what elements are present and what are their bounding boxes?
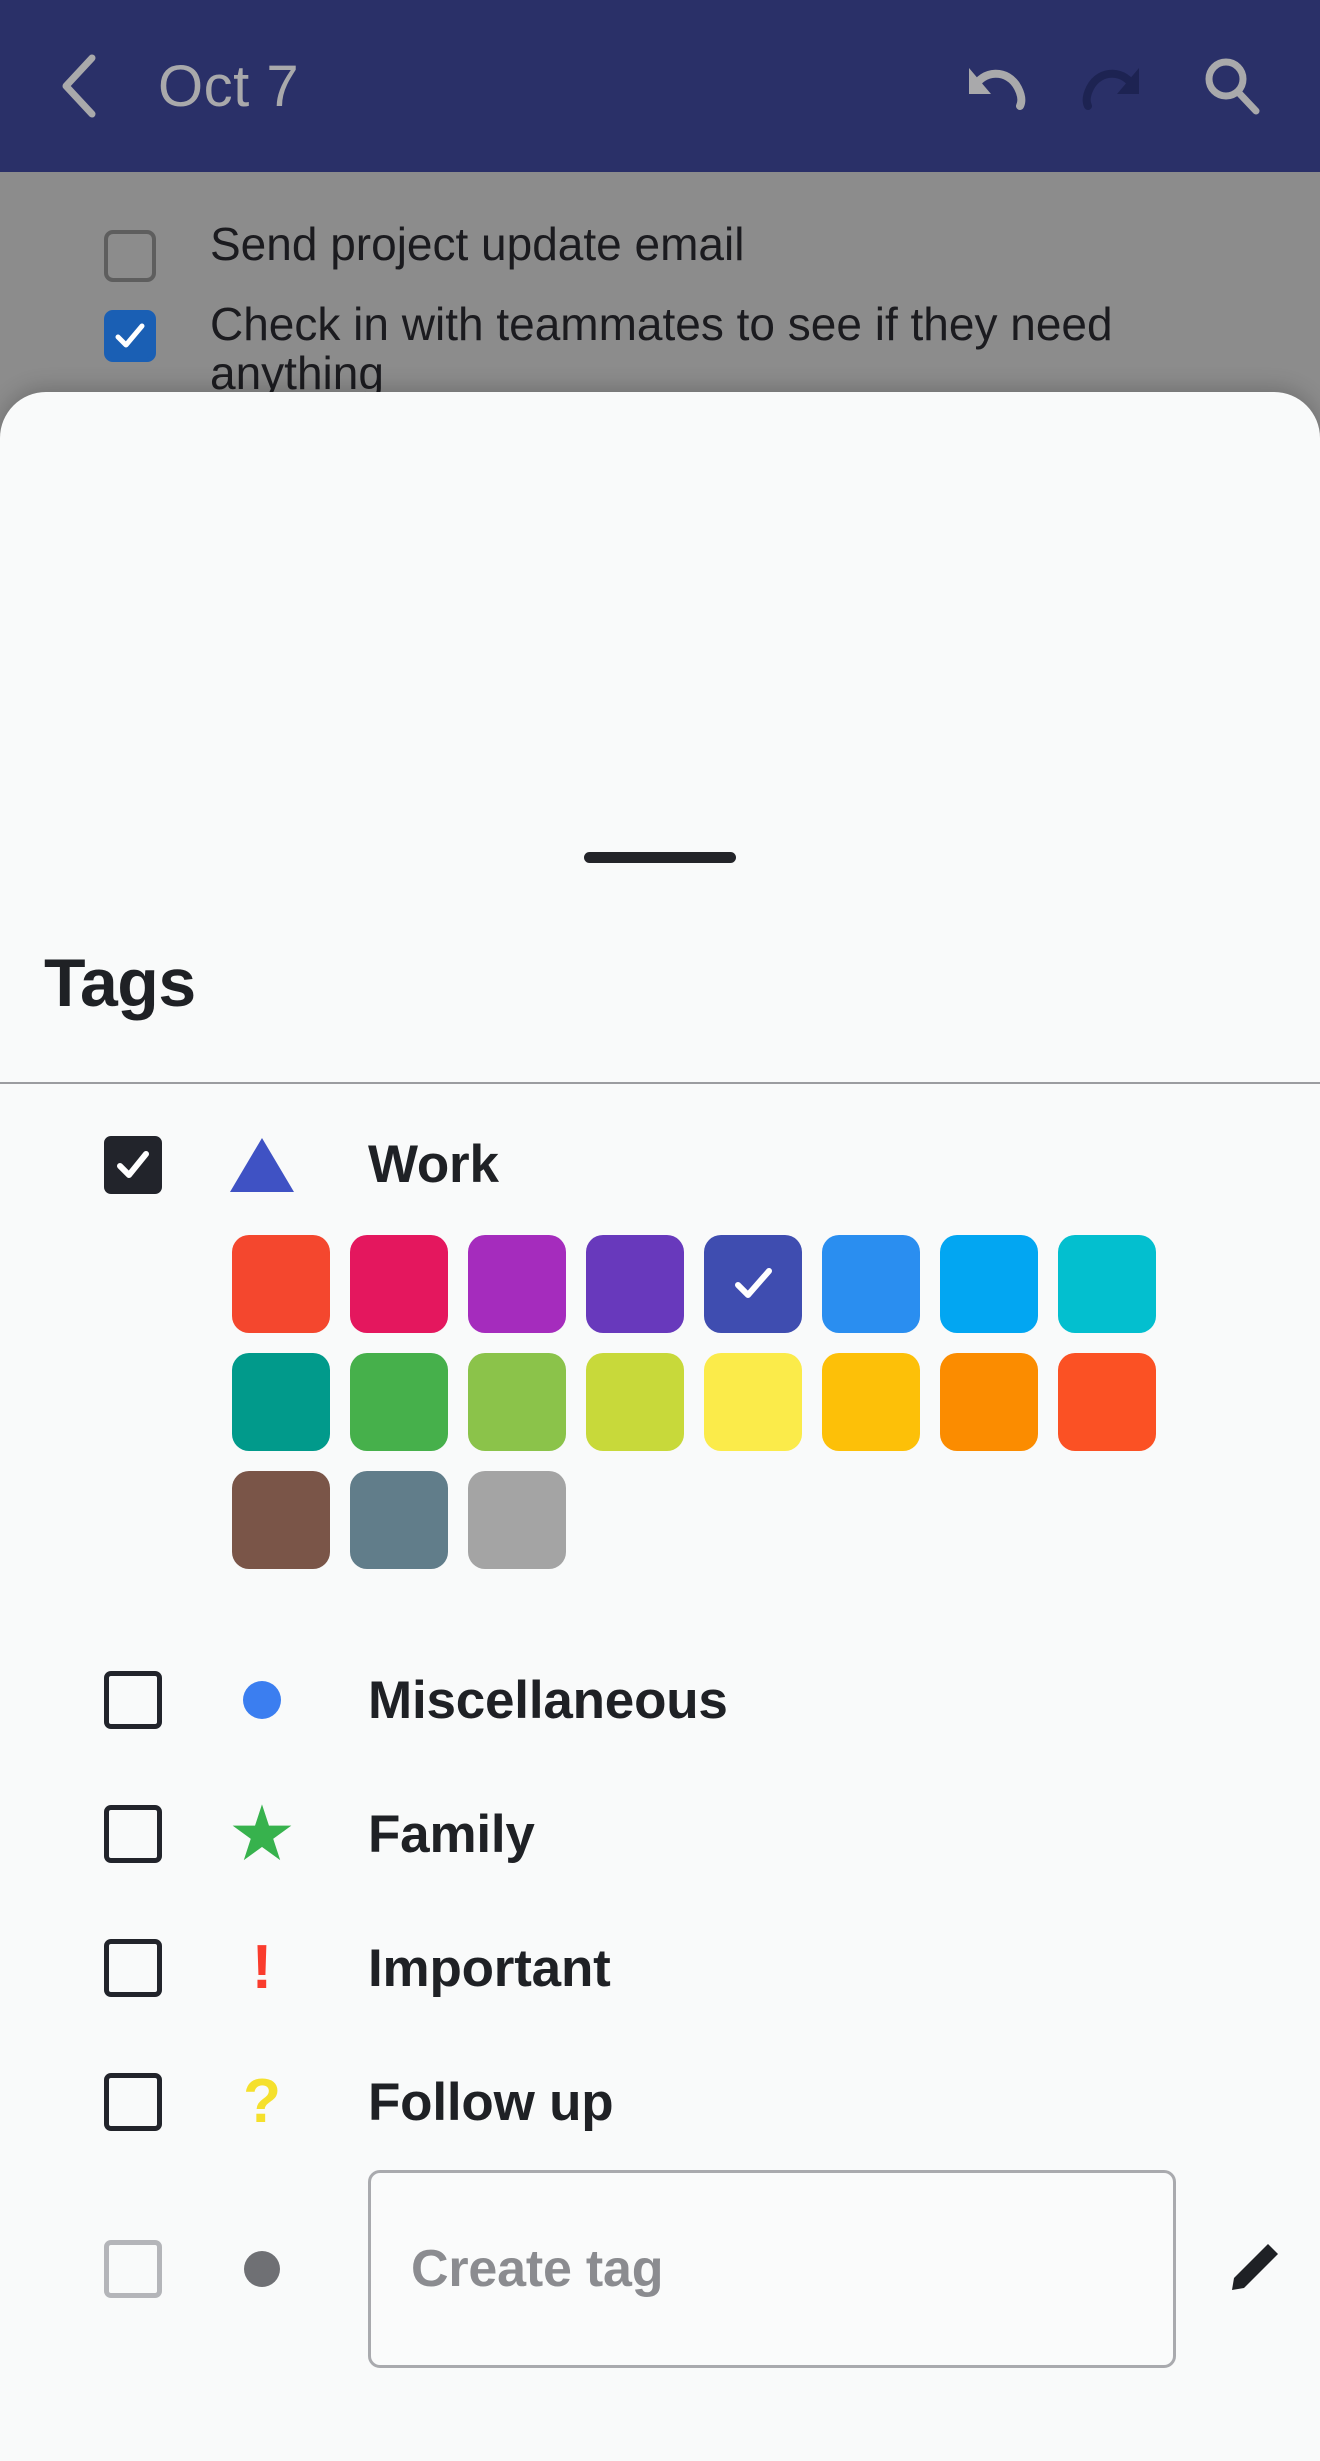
color-swatch[interactable] xyxy=(822,1353,920,1451)
tag-row-important[interactable]: ! Important xyxy=(0,1901,1320,2035)
tag-symbol-triangle-icon xyxy=(230,1137,294,1192)
redo-icon xyxy=(1082,68,1139,110)
color-swatch[interactable] xyxy=(468,1235,566,1333)
chevron-left-icon xyxy=(62,54,96,118)
tag-list: Work Miscellaneous ★ Family ! Important … xyxy=(0,1084,1320,2369)
search-icon xyxy=(1205,58,1260,115)
background-task-checkbox-checked xyxy=(104,310,156,362)
redo-button[interactable] xyxy=(1082,55,1144,117)
tag-checkbox-important[interactable] xyxy=(104,1939,162,1997)
drag-handle[interactable] xyxy=(584,852,736,863)
check-icon xyxy=(117,1150,149,1178)
background-task-checkbox xyxy=(104,230,156,282)
background-task-label: Check in with teammates to see if they n… xyxy=(210,298,1113,400)
undo-icon xyxy=(969,68,1026,110)
tag-row-miscellaneous[interactable]: Miscellaneous xyxy=(0,1633,1320,1767)
background-task-label: Send project update email xyxy=(210,218,745,270)
tag-label-miscellaneous: Miscellaneous xyxy=(368,1670,728,1730)
app-bar-actions xyxy=(964,55,1262,117)
tag-symbol-star-icon: ★ xyxy=(230,1795,294,1872)
tags-bottom-sheet: Tags Work Miscellaneous ★ Family ! Impor… xyxy=(0,392,1320,2461)
back-button[interactable] xyxy=(50,48,106,124)
check-icon xyxy=(115,323,145,348)
color-swatch[interactable] xyxy=(350,1235,448,1333)
color-swatch[interactable] xyxy=(350,1471,448,1569)
color-palette xyxy=(0,1217,1320,1597)
color-swatch[interactable] xyxy=(822,1235,920,1333)
color-swatch-selected[interactable] xyxy=(704,1235,802,1333)
tag-checkbox-work[interactable] xyxy=(104,1135,162,1194)
star-glyph: ★ xyxy=(231,1795,293,1872)
color-swatch[interactable] xyxy=(232,1353,330,1451)
tag-label-important: Important xyxy=(368,1938,611,1998)
color-swatch[interactable] xyxy=(350,1353,448,1451)
tag-checkbox-family[interactable] xyxy=(104,1805,162,1863)
color-swatch[interactable] xyxy=(232,1235,330,1333)
tag-row-follow-up[interactable]: ? Follow up xyxy=(0,2035,1320,2169)
sheet-title: Tags xyxy=(44,945,196,1021)
tag-checkbox-miscellaneous[interactable] xyxy=(104,1671,162,1729)
create-tag-placeholder: Create tag xyxy=(411,2240,664,2298)
edit-tags-button[interactable] xyxy=(1220,2236,1286,2302)
color-swatch[interactable] xyxy=(586,1235,684,1333)
tag-symbol-exclamation-icon: ! xyxy=(230,1937,294,1999)
tag-label-follow-up: Follow up xyxy=(368,2072,614,2132)
app-bar: Oct 7 xyxy=(0,0,1320,172)
pencil-icon xyxy=(1232,2244,1278,2290)
undo-button[interactable] xyxy=(964,55,1026,117)
question-glyph: ? xyxy=(243,2067,281,2136)
palette-row xyxy=(232,1235,1320,1333)
tags-screen: Oct 7 Send project update email Check in… xyxy=(0,0,1320,2461)
exclamation-glyph: ! xyxy=(251,1933,273,2002)
color-swatch[interactable] xyxy=(232,1471,330,1569)
tag-label-work: Work xyxy=(368,1135,499,1194)
color-swatch[interactable] xyxy=(586,1353,684,1451)
check-icon xyxy=(735,1268,772,1298)
color-swatch[interactable] xyxy=(940,1353,1038,1451)
create-tag-input[interactable]: Create tag xyxy=(368,2170,1176,2368)
tag-checkbox-follow-up[interactable] xyxy=(104,2073,162,2131)
tag-row-family[interactable]: ★ Family xyxy=(0,1767,1320,1901)
color-swatch[interactable] xyxy=(1058,1353,1156,1451)
palette-row xyxy=(232,1353,1320,1451)
search-button[interactable] xyxy=(1200,55,1262,117)
create-tag-checkbox[interactable] xyxy=(104,2240,162,2298)
color-swatch[interactable] xyxy=(704,1353,802,1451)
color-swatch[interactable] xyxy=(1058,1235,1156,1333)
color-swatch[interactable] xyxy=(468,1471,566,1569)
tag-symbol-question-icon: ? xyxy=(230,2071,294,2133)
background-task-item: Check in with teammates to see if they n… xyxy=(104,298,1210,400)
create-tag-color-dot-icon[interactable] xyxy=(230,2251,294,2287)
color-swatch[interactable] xyxy=(468,1353,566,1451)
tag-symbol-circle-icon xyxy=(230,1681,294,1719)
tag-row-work[interactable]: Work xyxy=(0,1112,1320,1217)
page-title: Oct 7 xyxy=(158,53,300,119)
palette-row xyxy=(232,1471,1320,1569)
create-tag-row: Create tag xyxy=(0,2169,1320,2369)
background-task-item: Send project update email xyxy=(104,218,745,282)
color-swatch[interactable] xyxy=(940,1235,1038,1333)
tag-label-family: Family xyxy=(368,1804,535,1864)
